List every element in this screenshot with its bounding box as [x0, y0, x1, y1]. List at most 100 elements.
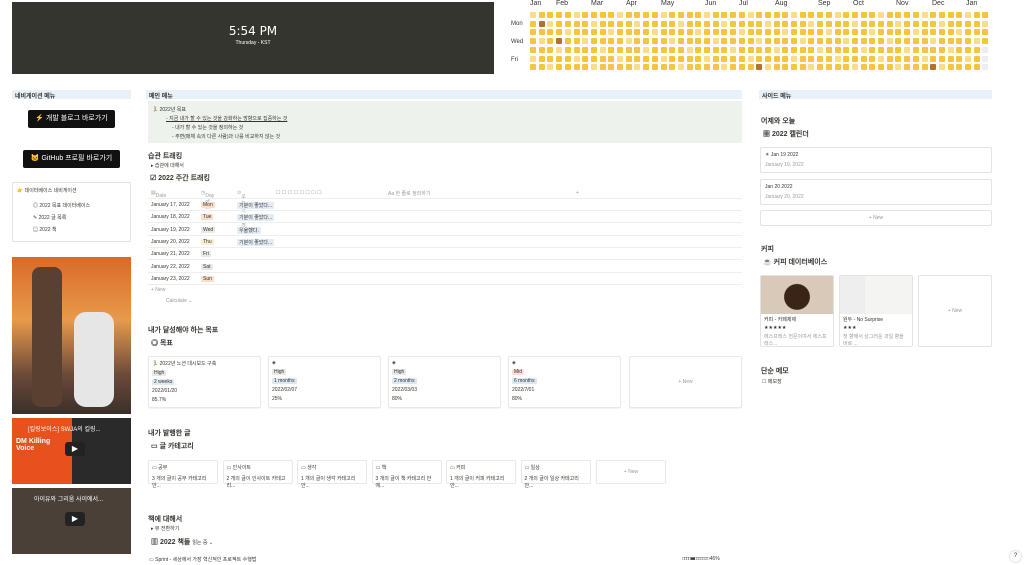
- coffee-card[interactable]: 원두 - No Surprise ★★★ 첫 향에서 상그러운 과일 향을 바로…: [839, 275, 913, 347]
- memo-item[interactable]: ☐ 메모장: [762, 378, 782, 385]
- video-2[interactable]: 아이유와 그리움 사이에서... ▶: [12, 488, 131, 554]
- blog-button[interactable]: ⚡ 개발 블로그 바로가기: [28, 110, 115, 128]
- heatmap-cell: [669, 12, 676, 18]
- heatmap-cell: [686, 46, 693, 53]
- category-card[interactable]: ▭ 책 3 개의 글이 책 카테고리 안에...: [371, 460, 442, 489]
- row-date: January 17, 2022: [151, 202, 190, 208]
- tracker-row[interactable]: January 19, 2022 Wed 우울했다.: [148, 224, 742, 236]
- heatmap-cell: [617, 38, 623, 45]
- heatmap-cell: [556, 29, 563, 36]
- heatmap-cell: [704, 38, 710, 45]
- heatmap-cell: [878, 55, 884, 62]
- goal-card[interactable]: ◈ High 2 months 2022/03/03 80%: [388, 356, 501, 408]
- books-filter[interactable]: 읽는 중 ⌄: [192, 540, 213, 546]
- category-new-card[interactable]: + New: [596, 460, 666, 484]
- tracker-row[interactable]: January 22, 2022 Sat: [148, 261, 742, 273]
- tracker-row[interactable]: January 23, 2022 Sun: [148, 273, 742, 285]
- heatmap-cell: [617, 46, 623, 53]
- toy-story-image: [12, 257, 131, 414]
- habit-toggle[interactable]: ▸ 습관에 대해서: [151, 162, 184, 169]
- coffee-card[interactable]: 커피 - 카페제제 ★★★★★ 에스프레스 전문이여서 에스프레스...: [760, 275, 834, 347]
- coffee-new-card[interactable]: + New: [918, 275, 992, 347]
- row-day-tag: Mon: [201, 202, 215, 208]
- goal-card[interactable]: ◈ High 1 months 2022/02/07 25%: [268, 356, 381, 408]
- heatmap-cell: [904, 55, 911, 62]
- heatmap-cell: [912, 20, 919, 27]
- book-progress: □□□□■■□□□□□□□ 46%: [682, 556, 720, 562]
- heatmap-cell: [738, 38, 745, 45]
- calendar-item-date: January 19, 2022: [765, 162, 804, 168]
- heatmap-cell: [590, 46, 597, 53]
- category-card[interactable]: ▭ 커피 1 개의 글이 커피 카테고리 안...: [446, 460, 516, 489]
- db-link-books[interactable]: ▤ 2022 책: [33, 226, 126, 233]
- db-link-goals[interactable]: ◎ 2022 목표 데이터베이스: [33, 202, 126, 209]
- heatmap-cell: [791, 29, 797, 36]
- heatmap-cell: [590, 64, 597, 71]
- calendar-item[interactable]: ☀ Jan 19 2022 January 19, 2022: [760, 147, 992, 173]
- heatmap-cell: [904, 38, 911, 45]
- heatmap-cell: [721, 38, 728, 45]
- tracker-row[interactable]: January 17, 2022 Mon 기분이 좋았다...: [148, 199, 742, 211]
- category-card[interactable]: ▭ 인사이트 2 개의 글이 인사이트 카테고리...: [222, 460, 293, 489]
- point-icon: 👉: [17, 188, 24, 194]
- heatmap-cell: [843, 12, 850, 18]
- heatmap-cell: [947, 29, 954, 36]
- tracker-row[interactable]: January 21, 2022 Fri: [148, 248, 742, 261]
- goal-new-card[interactable]: + New: [629, 356, 742, 408]
- heatmap-cell: [878, 20, 884, 27]
- heatmap-cell: [712, 29, 719, 36]
- book-row[interactable]: ▭ Sprint - 세상에서 가장 혁신적인 프로젝트 수행법: [149, 556, 256, 563]
- play-icon[interactable]: ▶: [65, 512, 85, 526]
- heatmap-cell: [860, 20, 867, 27]
- heatmap-cell: [660, 12, 667, 18]
- heatmap-cell: [956, 46, 963, 53]
- heatmap-cell: [878, 64, 884, 71]
- heatmap-cell: [921, 55, 928, 62]
- tracker-row[interactable]: January 20, 2022 Thu 기분이 좋았다...: [148, 236, 742, 248]
- heatmap-cell: [851, 29, 858, 36]
- heatmap-cell: [695, 64, 702, 71]
- heatmap-cell: [564, 29, 571, 36]
- play-icon[interactable]: ▶: [65, 442, 85, 456]
- heatmap-cell: [808, 38, 815, 45]
- row-day-tag: Sat: [201, 263, 213, 270]
- add-column-icon[interactable]: +: [576, 190, 579, 196]
- tracker-row[interactable]: January 18, 2022 Tue 기분이 좋았다...: [148, 211, 742, 224]
- heatmap-cell: [851, 46, 858, 53]
- goal-card[interactable]: ◈ Mid 6 months 2022/7/01 80%: [508, 356, 621, 408]
- category-card[interactable]: ▭ 공부 3 개의 글이 공부 카테고리 안...: [148, 460, 218, 489]
- heatmap-cell: [695, 38, 702, 45]
- category-card[interactable]: ▭ 일상 2 개의 글이 일상 카테고리 안...: [520, 460, 591, 489]
- category-card[interactable]: ▭ 생각 1 개의 글이 생각 카테고리 안...: [297, 460, 367, 489]
- heatmap-cell: [825, 46, 832, 53]
- calendar-item[interactable]: Jan 20 2022 January 20, 2022: [760, 179, 992, 205]
- activity-heatmap: [530, 12, 992, 74]
- goal-title: ◈: [392, 360, 396, 366]
- heatmap-cell: [686, 64, 693, 71]
- heatmap-cell: [825, 55, 832, 62]
- coffee-bag-image: [840, 276, 912, 314]
- heatmap-cell: [973, 12, 980, 18]
- heatmap-cell: [721, 20, 728, 27]
- heatmap-cell: [573, 55, 580, 62]
- heatmap-cell: [617, 12, 623, 18]
- calendar-new-card[interactable]: + New: [760, 210, 992, 226]
- help-button[interactable]: ?: [1010, 551, 1021, 562]
- row-day-tag: Sun: [201, 275, 214, 282]
- heatmap-cell: [625, 38, 632, 45]
- goal-card[interactable]: 🏃 2022년 노션 대시보드 구축 High 2 weeks 2022/01/20 8…: [148, 356, 261, 408]
- calculate-button[interactable]: Calculate ⌄: [166, 298, 192, 304]
- heatmap-cell: [712, 64, 719, 71]
- heatmap-cell: [982, 20, 989, 27]
- heatmap-cell: [643, 64, 650, 71]
- tracker-new-button[interactable]: + New: [151, 287, 165, 293]
- books-toggle[interactable]: ▸ 뷰 전환하기: [151, 525, 179, 532]
- flag-icon: 🏃: [152, 107, 159, 113]
- heatmap-cell: [721, 46, 728, 53]
- db-link-posts[interactable]: ✎ 2022 글 목록: [33, 214, 126, 221]
- heatmap-cell: [556, 46, 563, 53]
- heatmap-cell: [817, 29, 824, 36]
- heatmap-cell: [617, 29, 623, 36]
- github-button[interactable]: 🐱 GitHub 프로필 바로가기: [23, 150, 120, 168]
- video-1[interactable]: DM Killing Voice [킬링보이스] SWJA의 킬링... ▶: [12, 418, 131, 484]
